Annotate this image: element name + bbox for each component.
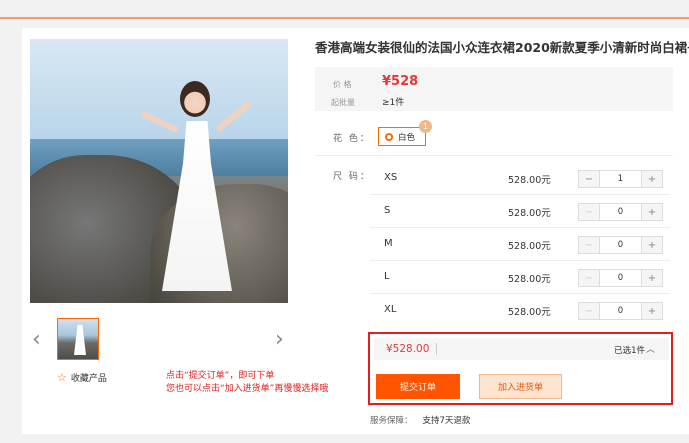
size-price: 528.00元	[508, 175, 551, 186]
divider	[436, 343, 437, 355]
main-product-image[interactable]	[30, 39, 288, 303]
price-label: 价 格	[333, 80, 352, 89]
order-total: ¥528.00	[386, 343, 430, 355]
annotation-line-2: 您也可以点击“加入进货单”再慢慢选择哦	[166, 384, 329, 394]
order-highlight-box: ¥528.00 已选1件 ︿ 提交订单 加入进货单	[368, 332, 673, 405]
quantity-stepper: − 0 +	[578, 203, 663, 221]
decrease-button[interactable]: −	[579, 237, 599, 253]
gallery-prev-arrow[interactable]: ‹	[32, 329, 41, 351]
quantity-input[interactable]: 0	[599, 237, 642, 253]
decrease-button[interactable]: −	[579, 270, 599, 286]
radio-icon	[385, 132, 393, 141]
decrease-button[interactable]: −	[579, 204, 599, 220]
quantity-stepper: − 0 +	[578, 236, 663, 254]
decrease-button[interactable]: −	[579, 303, 599, 319]
order-summary-bar[interactable]: ¥528.00 已选1件 ︿	[374, 338, 669, 360]
size-price: 528.00元	[508, 208, 551, 219]
increase-button[interactable]: +	[642, 204, 662, 220]
quantity-input[interactable]: 0	[599, 204, 642, 220]
increase-button[interactable]: +	[642, 171, 662, 187]
size-name: XL	[384, 304, 397, 315]
size-row-s: S 528.00元 − 0 +	[370, 195, 670, 228]
quantity-stepper: − 1 +	[578, 170, 663, 188]
size-price: 528.00元	[508, 307, 551, 318]
size-row-l: L 528.00元 − 0 +	[370, 261, 670, 294]
divider	[315, 155, 673, 156]
moq-label: 起批量	[331, 98, 355, 107]
service-label: 服务保障：	[370, 416, 413, 426]
increase-button[interactable]: +	[642, 303, 662, 319]
quantity-stepper: − 0 +	[578, 302, 663, 320]
size-name: L	[384, 271, 390, 282]
selected-count: 已选1件	[614, 346, 645, 356]
star-icon: ☆	[57, 371, 67, 384]
service-value: 支持7天退款	[422, 416, 471, 426]
service-guarantee: 服务保障： 支持7天退款	[370, 414, 470, 426]
favorite-label: 收藏产品	[70, 374, 107, 384]
increase-button[interactable]: +	[642, 237, 662, 253]
size-row-xs: XS 528.00元 − 1 +	[370, 162, 670, 195]
size-row-m: M 528.00元 − 0 +	[370, 228, 670, 261]
price-value: ¥528	[382, 74, 419, 89]
size-name: S	[384, 205, 391, 216]
favorite-button[interactable]: ☆ 收藏产品	[57, 371, 107, 384]
size-row-xl: XL 528.00元 − 0 +	[370, 294, 670, 327]
quantity-input[interactable]: 0	[599, 303, 642, 319]
size-name: M	[384, 238, 393, 249]
gallery-thumbnail[interactable]	[57, 318, 99, 360]
increase-button[interactable]: +	[642, 270, 662, 286]
gallery-next-arrow[interactable]: ›	[275, 329, 284, 351]
size-price: 528.00元	[508, 274, 551, 285]
color-option-white[interactable]: 白色	[378, 127, 426, 146]
color-label: 花 色：	[333, 134, 371, 144]
add-to-cart-button[interactable]: 加入进货单	[479, 374, 562, 399]
product-title: 香港高端女装很仙的法国小众连衣裙2020新款夏季小清新时尚白裙子	[315, 40, 689, 55]
header-accent-line	[0, 17, 689, 19]
submit-order-button[interactable]: 提交订单	[376, 374, 460, 399]
size-name: XS	[384, 172, 398, 183]
color-count-badge: 1	[419, 120, 432, 133]
quantity-input[interactable]: 1	[599, 171, 642, 187]
price-panel: 价 格 ¥528 起批量 ≥1件	[315, 67, 673, 111]
chevron-up-icon[interactable]: ︿	[646, 342, 655, 355]
annotation-line-1: 点击“提交订单”，即可下单	[166, 371, 275, 381]
size-label: 尺 码：	[333, 172, 371, 182]
decrease-button[interactable]: −	[579, 171, 599, 187]
moq-value: ≥1件	[382, 98, 405, 108]
color-option-label: 白色	[398, 132, 416, 143]
quantity-input[interactable]: 0	[599, 270, 642, 286]
size-price: 528.00元	[508, 241, 551, 252]
quantity-stepper: − 0 +	[578, 269, 663, 287]
